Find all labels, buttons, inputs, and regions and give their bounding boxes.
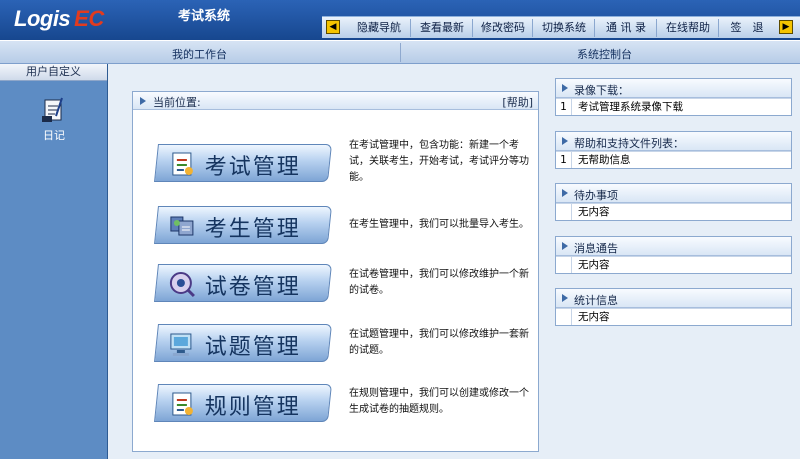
panel-title: 录像下载： xyxy=(574,84,629,97)
list-item[interactable]: 1 考试管理系统录像下载 xyxy=(556,98,791,115)
nav-view-latest[interactable]: 查看最新 xyxy=(412,19,472,37)
panel-title: 消息通告 xyxy=(574,242,618,255)
arrow-icon xyxy=(562,294,568,302)
nav-hide-navigation[interactable]: 隐藏导航 xyxy=(348,19,410,37)
row-number: 1 xyxy=(556,99,572,115)
module-title: 考生管理 xyxy=(204,217,301,242)
row-text: 无帮助信息 xyxy=(578,154,631,166)
panel-title: 待办事项 xyxy=(574,189,618,202)
rule-management-desc: 在规则管理中，我们可以创建或修改一个生成试卷的抽题规则。 xyxy=(349,388,529,415)
nav-separator xyxy=(594,19,595,37)
panel-header: 统计信息 xyxy=(556,289,791,308)
todo-panel: 待办事项 无内容 xyxy=(555,183,792,221)
rules-icon xyxy=(167,389,197,419)
top-nav-bar: ◀ 隐藏导航 查看最新 修改密码 切换系统 通 讯 录 在线帮助 签 退 ▶ xyxy=(322,16,800,38)
panel-header: 待办事项 xyxy=(556,184,791,203)
module-title: 试题管理 xyxy=(204,335,301,360)
exam-icon xyxy=(167,149,197,179)
question-icon xyxy=(167,329,197,359)
nav-separator xyxy=(472,19,473,37)
row-text: 无内容 xyxy=(578,311,610,323)
location-label: 当前位置: xyxy=(153,96,201,109)
rule-management-button[interactable]: 规则管理 xyxy=(154,384,332,422)
paper-icon xyxy=(167,269,197,299)
workspace-bar: 我的工作台 系统控制台 xyxy=(0,40,800,64)
video-download-panel: 录像下载： 1 考试管理系统录像下载 xyxy=(555,78,792,116)
nav-online-help[interactable]: 在线帮助 xyxy=(658,19,718,37)
list-item: 无内容 xyxy=(556,308,791,325)
sidebar-item-diary[interactable]: 日记 xyxy=(36,96,72,143)
help-link[interactable]: [帮助] xyxy=(502,94,533,110)
diary-label: 日记 xyxy=(43,129,65,142)
module-title: 考试管理 xyxy=(204,155,301,180)
nav-address-book[interactable]: 通 讯 录 xyxy=(596,19,656,37)
arrow-icon xyxy=(562,242,568,250)
help-files-panel: 帮助和支持文件列表： 1 无帮助信息 xyxy=(555,131,792,169)
system-title: 考试系统 xyxy=(178,9,231,24)
nav-logout[interactable]: 签 退 xyxy=(720,19,774,37)
row-number xyxy=(556,204,572,220)
left-sidebar: 用户自定义 日记 xyxy=(0,64,108,459)
panel-header: 消息通告 xyxy=(556,237,791,256)
question-management-desc: 在试题管理中，我们可以修改维护一套新的试题。 xyxy=(349,329,529,356)
nav-scroll-left-icon[interactable]: ◀ xyxy=(326,20,340,34)
arrow-icon xyxy=(562,189,568,197)
row-text: 无内容 xyxy=(578,259,610,271)
announcement-panel: 消息通告 无内容 xyxy=(555,236,792,274)
arrow-icon xyxy=(562,137,568,145)
nav-separator xyxy=(718,19,719,37)
module-title: 规则管理 xyxy=(204,395,301,420)
diary-icon xyxy=(42,96,66,124)
exam-management-button[interactable]: 考试管理 xyxy=(154,144,332,182)
panel-header: 录像下载： xyxy=(556,79,791,98)
modules-panel: 当前位置: [帮助] 考试管理 在考试管理中，包含功能：新建一个考试，关联考生，… xyxy=(132,91,539,452)
nav-change-password[interactable]: 修改密码 xyxy=(474,19,532,37)
panel-header: 帮助和支持文件列表： xyxy=(556,132,791,151)
question-management-button[interactable]: 试题管理 xyxy=(154,324,332,362)
students-icon xyxy=(167,211,197,241)
top-header: Logis EC 考试系统 ◀ 隐藏导航 查看最新 修改密码 切换系统 通 讯 录… xyxy=(0,0,800,40)
nav-separator xyxy=(410,19,411,37)
my-workbench-label[interactable]: 我的工作台 xyxy=(172,46,227,62)
nav-switch-system[interactable]: 切换系统 xyxy=(534,19,594,37)
student-management-button[interactable]: 考生管理 xyxy=(154,206,332,244)
arrow-icon xyxy=(140,97,146,105)
location-bar: 当前位置: [帮助] xyxy=(133,92,538,110)
video-download-link[interactable]: 考试管理系统录像下载 xyxy=(578,99,683,115)
row-text: 无内容 xyxy=(578,206,610,218)
student-management-desc: 在考生管理中，我们可以批量导入考生。 xyxy=(349,219,529,230)
nav-scroll-right-icon[interactable]: ▶ xyxy=(779,20,793,34)
row-number xyxy=(556,309,572,325)
system-console-label[interactable]: 系统控制台 xyxy=(577,46,632,62)
row-number xyxy=(556,257,572,273)
list-item: 1 无帮助信息 xyxy=(556,151,791,168)
row-number: 1 xyxy=(556,152,572,168)
paper-management-desc: 在试卷管理中，我们可以修改维护一个新的试卷。 xyxy=(349,269,529,296)
module-title: 试卷管理 xyxy=(204,275,301,300)
app-logo: Logis EC xyxy=(14,6,104,31)
panel-title: 统计信息 xyxy=(574,294,618,307)
nav-separator xyxy=(656,19,657,37)
statistics-panel: 统计信息 无内容 xyxy=(555,288,792,326)
paper-management-button[interactable]: 试卷管理 xyxy=(154,264,332,302)
panel-title: 帮助和支持文件列表： xyxy=(574,137,684,150)
arrow-icon xyxy=(562,84,568,92)
list-item: 无内容 xyxy=(556,203,791,220)
exam-management-desc: 在考试管理中，包含功能：新建一个考试，关联考生，开始考试，考试评分等功能。 xyxy=(349,140,529,183)
nav-separator xyxy=(532,19,533,37)
sidebar-header: 用户自定义 xyxy=(0,64,107,81)
list-item: 无内容 xyxy=(556,256,791,273)
divider xyxy=(400,43,401,62)
